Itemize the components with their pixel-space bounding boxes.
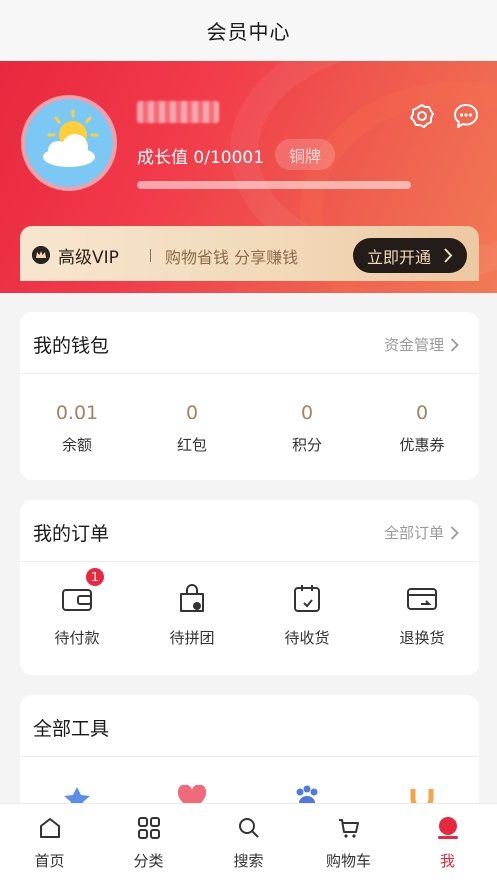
fund-management-link[interactable]: 资金管理 [384, 334, 459, 355]
crown-icon [32, 246, 50, 264]
open-vip-label: 立即开通 [367, 247, 432, 267]
order-pending-group[interactable]: 待拼团 [135, 562, 249, 675]
chevron-right-icon [444, 248, 453, 263]
wallet-balance[interactable]: 0.01 余额 [20, 374, 134, 480]
pending-payment-badge: 1 [84, 566, 106, 588]
order-returns-label: 退换货 [399, 629, 445, 647]
orders-card: 我的订单 全部订单 1 待付款 待拼团 待收货 退换货 [20, 500, 479, 675]
balance-label: 余额 [61, 436, 92, 454]
settings-icon[interactable] [409, 103, 435, 129]
tab-home[interactable]: 首页 [0, 804, 99, 883]
tab-search-label: 搜索 [233, 852, 264, 870]
tab-category-label: 分类 [133, 852, 164, 870]
chevron-right-icon [450, 337, 459, 352]
profile-icon [437, 817, 458, 839]
chevron-right-icon [450, 525, 459, 540]
home-icon [39, 818, 60, 838]
tools-title: 全部工具 [33, 718, 110, 740]
grid-icon [137, 817, 160, 839]
order-pending-payment-label: 待付款 [54, 629, 100, 647]
level-badge[interactable]: 铜牌 [275, 139, 336, 170]
vip-slogan: 购物省钱 分享赚钱 [165, 248, 299, 267]
tab-cart-label: 购物车 [325, 852, 371, 870]
tab-cart[interactable]: 购物车 [299, 804, 398, 883]
wallet-icon [62, 589, 92, 611]
points-label: 积分 [291, 436, 322, 454]
orders-header: 我的订单 全部订单 [20, 500, 479, 562]
tab-search[interactable]: 搜索 [199, 804, 298, 883]
wallet-card: 我的钱包 资金管理 0.01 余额 0 红包 0 积分 0 优惠券 [20, 312, 479, 480]
growth-value: 成长值 0/10001 [137, 148, 265, 168]
tools-header: 全部工具 [20, 695, 479, 757]
order-pending-payment[interactable]: 1 待付款 [20, 562, 134, 675]
points-value: 0 [300, 402, 314, 424]
coupons-label: 优惠券 [399, 436, 445, 454]
cart-icon [338, 819, 359, 838]
avatar[interactable] [21, 95, 117, 191]
orders-title: 我的订单 [33, 523, 110, 545]
return-icon [407, 588, 437, 610]
wallet-header: 我的钱包 资金管理 [20, 312, 479, 374]
search-icon [238, 818, 259, 838]
tab-category[interactable]: 分类 [99, 804, 198, 883]
red-packet-value: 0 [185, 402, 199, 424]
username: nickname [137, 101, 219, 123]
tab-me[interactable]: 我 [398, 804, 497, 883]
parcel-icon [294, 585, 320, 612]
tab-home-label: 首页 [34, 852, 65, 870]
order-pending-receipt-label: 待收货 [284, 629, 330, 647]
vip-title: 高级VIP [58, 248, 119, 268]
vip-banner[interactable]: 高级VIP 购物省钱 分享赚钱 立即开通 [20, 226, 479, 281]
bag-icon [180, 584, 204, 612]
open-vip-button[interactable]: 立即开通 [353, 238, 467, 273]
sun-cloud-avatar-icon [43, 109, 99, 167]
order-pending-receipt[interactable]: 待收货 [250, 562, 364, 675]
wallet-points[interactable]: 0 积分 [250, 374, 364, 480]
tab-me-label: 我 [439, 852, 455, 870]
all-orders-label: 全部订单 [383, 524, 444, 542]
divider [150, 249, 151, 262]
bottom-tab-bar: 首页 分类 搜索 购物车 我 [0, 803, 497, 883]
page-title: 会员中心 [206, 20, 291, 44]
coupons-value: 0 [415, 402, 429, 424]
wallet-coupons[interactable]: 0 优惠券 [365, 374, 479, 480]
message-icon[interactable] [453, 103, 479, 129]
order-returns[interactable]: 退换货 [365, 562, 479, 675]
red-packet-label: 红包 [176, 436, 207, 454]
fund-management-label: 资金管理 [383, 336, 444, 354]
wallet-title: 我的钱包 [33, 335, 110, 357]
top-bar: 会员中心 [0, 0, 497, 61]
balance-value: 0.01 [55, 402, 99, 424]
all-orders-link[interactable]: 全部订单 [384, 522, 459, 543]
wallet-red-packet[interactable]: 0 红包 [135, 374, 249, 480]
order-pending-group-label: 待拼团 [169, 629, 215, 647]
growth-progress-bar [137, 181, 411, 189]
